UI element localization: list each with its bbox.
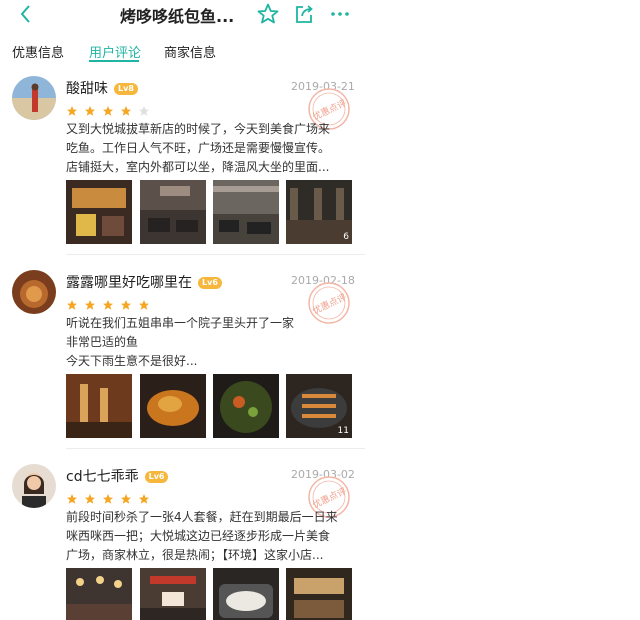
star-filled-icon bbox=[139, 300, 150, 310]
level-badge: Lv8 bbox=[114, 83, 138, 95]
review-line: 今天下雨生意不是很好... bbox=[66, 354, 198, 368]
star-filled-icon bbox=[139, 494, 150, 504]
level-badge: Lv6 bbox=[144, 471, 169, 483]
photo-strip: 6 bbox=[66, 180, 356, 244]
photo-strip: 15 bbox=[66, 568, 356, 620]
review-text[interactable]: 前段时间秒杀了一张4人套餐，赶在到期最后一日来 咪西咪西一把；大悦城这边已经逐步… bbox=[66, 508, 356, 565]
star-filled-icon bbox=[67, 494, 77, 504]
review-photo[interactable] bbox=[213, 180, 279, 244]
review-line: 吃鱼。工作日人气不旺，广场还是需要慢慢宣传。 bbox=[66, 141, 331, 155]
review-card[interactable]: cd七七乖乖 Lv6 2019-03-02 优惠点评 前段时间秒杀了一张4人套餐，… bbox=[0, 460, 365, 620]
back-button[interactable] bbox=[14, 2, 38, 26]
rating-stars bbox=[66, 296, 151, 310]
tab-offers[interactable]: 优惠信息 bbox=[12, 42, 64, 61]
review-photo[interactable]: 6 bbox=[286, 180, 352, 244]
review-line: 又到大悦城拔草新店的时候了，今天到美食广场来 bbox=[66, 122, 331, 136]
review-photo[interactable]: 15 bbox=[286, 568, 352, 620]
screen: 烤哆哆纸包鱼... 优惠信息 用户评论 商家信息 酸甜味 Lv8 2019-03… bbox=[0, 0, 365, 620]
chevron-left-icon bbox=[20, 5, 30, 23]
avatar[interactable] bbox=[12, 76, 56, 120]
review-photo[interactable]: 11 bbox=[286, 374, 352, 438]
avatar[interactable] bbox=[12, 464, 56, 508]
review-line: 听说在我们五姐串串一个院子里头开了一家 bbox=[66, 316, 295, 330]
star-filled-icon bbox=[121, 494, 132, 504]
level-badge: Lv6 bbox=[198, 277, 222, 289]
reviewer-name-text: cd七七乖乖 bbox=[66, 469, 139, 485]
rating-stars bbox=[66, 102, 151, 116]
favorite-button[interactable] bbox=[256, 2, 280, 26]
review-text[interactable]: 又到大悦城拔草新店的时候了，今天到美食广场来 吃鱼。工作日人气不旺，广场还是需要… bbox=[66, 120, 356, 177]
rating-stars bbox=[66, 490, 151, 504]
star-filled-icon bbox=[103, 300, 114, 310]
more-button[interactable] bbox=[328, 2, 352, 26]
star-filled-icon bbox=[121, 106, 132, 116]
review-line: 广场，商家林立，很是热闹；【环境】这家小店... bbox=[66, 548, 324, 562]
star-empty-icon bbox=[139, 106, 150, 116]
active-tab-indicator bbox=[89, 60, 139, 62]
review-card[interactable]: 露露哪里好吃哪里在 Lv6 2019-02-18 优惠点评 听说在我们五姐串串一个… bbox=[0, 266, 365, 456]
star-filled-icon bbox=[85, 106, 96, 116]
reviewer-name-text: 酸甜味 bbox=[66, 81, 108, 97]
star-filled-icon bbox=[67, 300, 77, 310]
share-button[interactable] bbox=[292, 2, 316, 26]
review-photo[interactable] bbox=[66, 180, 132, 244]
share-icon bbox=[296, 5, 313, 23]
divider bbox=[66, 448, 365, 449]
star-filled-icon bbox=[103, 106, 114, 116]
review-photo[interactable] bbox=[140, 374, 206, 438]
top-bar: 烤哆哆纸包鱼... bbox=[0, 0, 365, 30]
more-dots-icon bbox=[331, 12, 349, 16]
photo-strip: 11 bbox=[66, 374, 356, 438]
review-line: 非常巴适的鱼 bbox=[66, 335, 139, 349]
tab-merchant-info[interactable]: 商家信息 bbox=[164, 42, 216, 61]
page-title: 烤哆哆纸包鱼... bbox=[120, 7, 235, 26]
photo-count: 11 bbox=[337, 426, 349, 436]
avatar[interactable] bbox=[12, 270, 56, 314]
reviewer-name[interactable]: 酸甜味 Lv8 bbox=[66, 78, 138, 98]
review-photo[interactable] bbox=[66, 374, 132, 438]
review-card[interactable]: 酸甜味 Lv8 2019-03-21 优惠点评 又到大悦城拔草新店的时候了，今天到… bbox=[0, 72, 365, 262]
reviewer-name[interactable]: 露露哪里好吃哪里在 Lv6 bbox=[66, 272, 222, 292]
star-filled-icon bbox=[85, 300, 96, 310]
star-filled-icon bbox=[85, 494, 96, 504]
divider bbox=[66, 254, 365, 255]
photo-count: 6 bbox=[343, 232, 349, 242]
review-photo[interactable] bbox=[66, 568, 132, 620]
review-line: 前段时间秒杀了一张4人套餐，赶在到期最后一日来 bbox=[66, 510, 338, 524]
reviewer-name-text: 露露哪里好吃哪里在 bbox=[66, 275, 192, 291]
review-line: 咪西咪西一把；大悦城这边已经逐步形成一片美食 bbox=[66, 529, 331, 543]
star-filled-icon bbox=[121, 300, 132, 310]
tab-bar: 优惠信息 用户评论 商家信息 bbox=[0, 38, 365, 68]
star-filled-icon bbox=[67, 106, 77, 116]
star-outline-icon bbox=[257, 3, 279, 24]
review-photo[interactable] bbox=[213, 374, 279, 438]
review-line: 店铺挺大，室内外都可以坐，降温风大坐的里面... bbox=[66, 160, 330, 174]
review-photo[interactable] bbox=[140, 180, 206, 244]
reviewer-name[interactable]: cd七七乖乖 Lv6 bbox=[66, 466, 169, 486]
star-filled-icon bbox=[103, 494, 114, 504]
review-photo[interactable] bbox=[213, 568, 279, 620]
tab-user-reviews[interactable]: 用户评论 bbox=[89, 42, 141, 61]
review-photo[interactable] bbox=[140, 568, 206, 620]
review-text[interactable]: 听说在我们五姐串串一个院子里头开了一家 非常巴适的鱼 今天下雨生意不是很好... bbox=[66, 314, 356, 371]
